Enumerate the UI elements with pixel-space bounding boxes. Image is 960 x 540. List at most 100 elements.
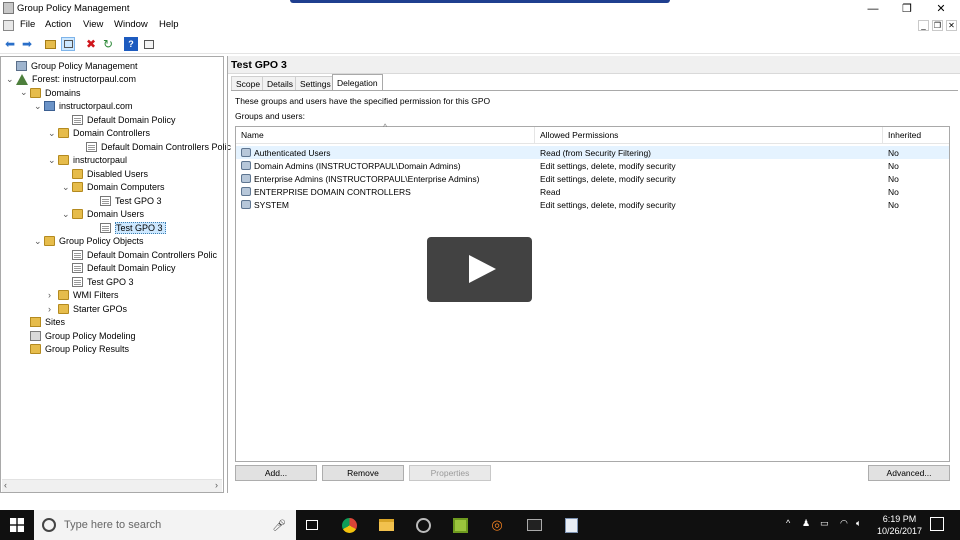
app-green-icon[interactable] <box>451 516 469 534</box>
tree-node-label: instructorpaul.com <box>59 101 133 111</box>
permissions-table: Name ^ Allowed Permissions Inherited Aut… <box>235 122 950 462</box>
tree-node[interactable]: Default Domain Controllers Polic <box>72 248 217 261</box>
minimize-button[interactable]: — <box>857 0 889 17</box>
close-button[interactable]: ✕ <box>925 0 957 17</box>
back-arrow-icon[interactable]: ⬅ <box>3 37 17 51</box>
principal-cell: Domain Admins (INSTRUCTORPAUL\Domain Adm… <box>241 159 461 172</box>
tree-expander-icon[interactable]: › <box>48 302 51 315</box>
tree-node-label: Domain Users <box>87 209 145 219</box>
tree-node[interactable]: Group Policy Results <box>30 343 129 356</box>
menu-window[interactable]: Window <box>114 19 148 30</box>
gpo-icon <box>72 249 83 260</box>
tree-node[interactable]: Domain Users <box>72 208 144 221</box>
menu-view[interactable]: View <box>83 19 103 30</box>
tree-node[interactable]: Default Domain Policy <box>72 113 176 126</box>
tree-node[interactable]: Test GPO 3 <box>72 275 134 288</box>
tree-node[interactable]: Domains <box>30 86 81 99</box>
tree-horizontal-scrollbar[interactable]: ‹ › <box>2 479 222 492</box>
tree-node[interactable]: Test GPO 3 <box>100 221 166 234</box>
gpm-taskbar-icon[interactable] <box>562 516 580 534</box>
advanced-button[interactable]: Advanced... <box>868 465 950 481</box>
command-prompt-icon[interactable] <box>525 516 543 534</box>
restore-button[interactable]: ❐ <box>891 0 923 17</box>
tree-node[interactable]: Test GPO 3 <box>100 194 162 207</box>
tray-people-icon[interactable]: ♟ <box>802 518 810 529</box>
permission-row[interactable]: ENTERPRISE DOMAIN CONTROLLERS Read No <box>236 185 949 198</box>
tab-settings[interactable]: Settings <box>295 76 336 91</box>
tray-chevron-icon[interactable]: ^ <box>786 518 790 528</box>
task-view-icon[interactable] <box>303 516 321 534</box>
help-icon[interactable]: ? <box>124 37 138 51</box>
tab-delegation[interactable]: Delegation <box>332 74 383 91</box>
tree-node[interactable]: Domain Computers <box>72 181 165 194</box>
tree-node[interactable]: Starter GPOs <box>58 302 127 315</box>
tree-expander-icon[interactable]: ⌄ <box>20 86 28 99</box>
tree-node[interactable]: Disabled Users <box>72 167 148 180</box>
menu-help[interactable]: Help <box>159 19 179 30</box>
principal-cell: ENTERPRISE DOMAIN CONTROLLERS <box>241 185 411 198</box>
column-header-inherited[interactable]: Inherited <box>883 127 949 144</box>
show-hide-tree-icon[interactable] <box>61 37 75 51</box>
permission-row[interactable]: SYSTEM Edit settings, delete, modify secu… <box>236 198 949 211</box>
refresh-icon[interactable]: ↻ <box>101 37 115 51</box>
tree-expander-icon[interactable]: ⌄ <box>62 181 70 194</box>
app-orange-icon[interactable]: ◎ <box>488 516 506 534</box>
remove-button[interactable]: Remove <box>322 465 404 481</box>
permission-row[interactable]: Enterprise Admins (INSTRUCTORPAUL\Enterp… <box>236 172 949 185</box>
properties-icon[interactable] <box>142 37 156 51</box>
tree-node[interactable]: Forest: instructorpaul.com <box>16 73 136 86</box>
permission-row[interactable]: Domain Admins (INSTRUCTORPAUL\Domain Adm… <box>236 159 949 172</box>
tree-expander-icon[interactable]: ⌄ <box>34 100 42 113</box>
tree-node[interactable]: Group Policy Modeling <box>30 329 136 342</box>
tree-node[interactable]: Group Policy Management <box>16 59 138 72</box>
taskbar-search-box[interactable]: Type here to search 🎤︎ <box>34 510 296 540</box>
tree-node[interactable]: Sites <box>30 316 65 329</box>
properties-button[interactable]: Properties <box>409 465 491 481</box>
tree-node[interactable]: WMI Filters <box>58 289 119 302</box>
forward-arrow-icon[interactable]: ➡ <box>20 37 34 51</box>
menu-action[interactable]: Action <box>45 19 71 30</box>
principal-name: Authenticated Users <box>254 147 331 158</box>
inner-restore-button[interactable]: ❐ <box>932 20 943 31</box>
tray-wifi-icon[interactable]: ◠ <box>840 518 848 529</box>
clock[interactable]: 6:19 PM 10/26/2017 <box>877 513 922 537</box>
tray-battery-icon[interactable]: ▭ <box>820 518 829 529</box>
chrome-icon[interactable] <box>340 516 358 534</box>
tray-volume-icon[interactable]: 🔈︎ <box>856 518 861 529</box>
tree-node[interactable]: Default Domain Policy <box>72 262 176 275</box>
inner-close-button[interactable]: ✕ <box>946 20 957 31</box>
tree-expander-icon[interactable]: ⌄ <box>34 235 42 248</box>
mmc-icon <box>3 20 14 31</box>
add-button[interactable]: Add... <box>235 465 317 481</box>
tree-expander-icon[interactable]: ⌄ <box>48 154 56 167</box>
tab-scope[interactable]: Scope <box>231 76 266 91</box>
tree-node[interactable]: Group Policy Objects <box>44 235 144 248</box>
tab-details[interactable]: Details <box>262 76 298 91</box>
start-windows-icon[interactable] <box>8 516 26 534</box>
file-explorer-icon[interactable] <box>377 516 395 534</box>
menu-file[interactable]: File <box>20 19 35 30</box>
tree-expander-icon[interactable]: ⌄ <box>6 73 14 86</box>
microphone-icon[interactable]: 🎤︎ <box>272 519 286 532</box>
play-icon[interactable] <box>469 255 496 283</box>
user-group-icon <box>241 161 251 170</box>
tree-expander-icon[interactable]: › <box>48 289 51 302</box>
tree-node[interactable]: Domain Controllers <box>58 127 150 140</box>
tree-expander-icon[interactable]: ⌄ <box>62 208 70 221</box>
tree-node[interactable]: instructorpaul.com <box>44 100 133 113</box>
tree-node[interactable]: instructorpaul <box>58 154 127 167</box>
tree-node[interactable]: Default Domain Controllers Polic <box>86 140 231 153</box>
inner-minimize-button[interactable]: _ <box>918 20 929 31</box>
tree-node-label: Sites <box>45 317 66 327</box>
column-header-permissions[interactable]: Allowed Permissions <box>535 127 883 144</box>
folder-up-icon[interactable] <box>43 37 57 51</box>
tree-expander-icon[interactable]: ⌄ <box>48 127 56 140</box>
action-center-icon[interactable] <box>930 517 944 531</box>
delete-icon[interactable]: ✖ <box>84 37 98 51</box>
menu-bar: File Action View Window Help <box>0 17 960 34</box>
scroll-right-arrow-icon[interactable]: › <box>215 480 218 490</box>
details-pane: Test GPO 3 Scope Details Settings Delega… <box>227 56 960 493</box>
scroll-left-arrow-icon[interactable]: ‹ <box>4 480 7 490</box>
permission-row[interactable]: Authenticated Users Read (from Security F… <box>236 146 949 159</box>
media-player-icon[interactable] <box>414 516 432 534</box>
